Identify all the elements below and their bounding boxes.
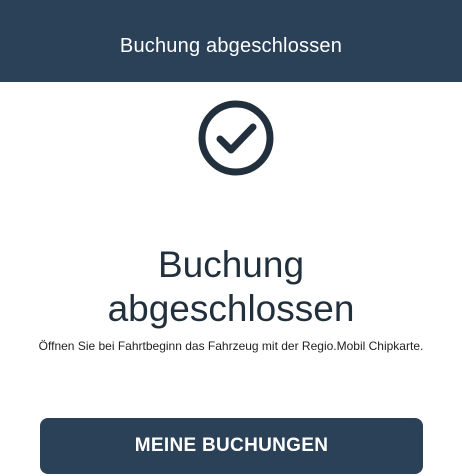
confirmation-title-line2: abgeschlossen — [107, 288, 355, 329]
header-title: Buchung abgeschlossen — [119, 34, 343, 57]
check-circle-icon — [196, 98, 276, 178]
confirmation-message: Öffnen Sie bei Fahrtbeginn das Fahrzeug … — [38, 339, 424, 353]
confirmation-title: Buchung abgeschlossen — [0, 243, 462, 331]
app-header: Buchung abgeschlossen — [0, 0, 462, 82]
confirmation-title-line1: Buchung — [157, 244, 305, 285]
my-bookings-button[interactable]: MEINE BUCHUNGEN — [40, 418, 423, 474]
booking-confirmation-screen: Buchung abgeschlossen Buchung abgeschlos… — [0, 0, 462, 476]
